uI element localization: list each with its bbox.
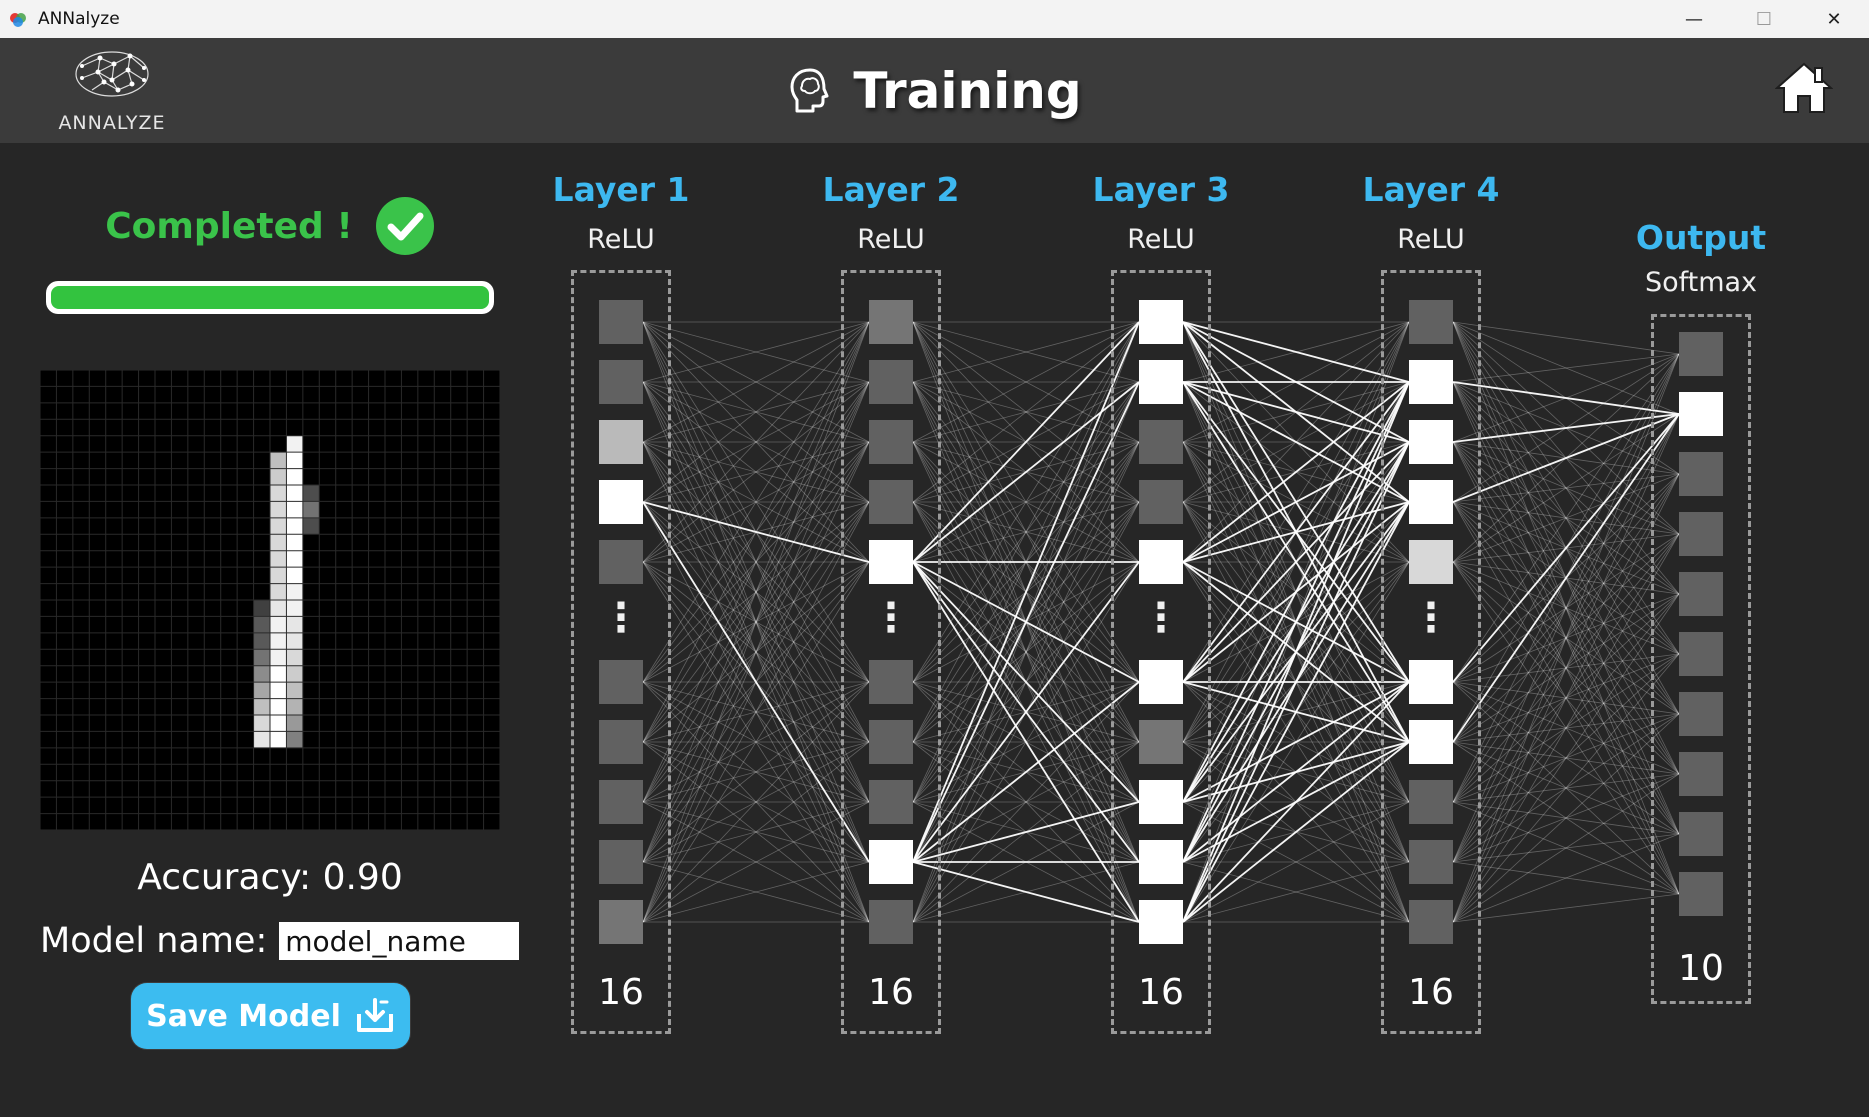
connection-line [1452, 893, 1680, 923]
output-box [1651, 314, 1751, 1004]
layer-ellipsis: ⋮ [1411, 595, 1451, 641]
close-icon: ✕ [1826, 8, 1842, 30]
app-logo-icon [8, 9, 28, 29]
connection-line [1452, 353, 1680, 803]
network-diagram: Layer 1 ReLU 16 ⋮ Layer 2 ReLU 16 ⋮ Layer 3 ReLU 1… [0, 143, 1869, 1117]
connection-line [1452, 833, 1680, 923]
connection-line [1452, 413, 1680, 923]
connection-line [1452, 773, 1680, 923]
home-icon[interactable] [1775, 60, 1833, 116]
output-title: Output [1635, 218, 1767, 257]
layer-neuron-count: 16 [868, 972, 914, 1013]
window-title: ANNalyze [38, 9, 120, 29]
layer-neuron-count: 16 [1408, 972, 1454, 1013]
window-controls: — ☐ ✕ [1659, 0, 1869, 38]
layer-activation: ReLU [587, 224, 655, 255]
page-title: Training [853, 61, 1082, 120]
output-activation: Softmax [1644, 267, 1758, 298]
layer-box [1381, 270, 1481, 1034]
window-titlebar: ANNalyze — ☐ ✕ [0, 0, 1869, 39]
connection-line [1452, 353, 1680, 743]
layer-ellipsis: ⋮ [871, 595, 911, 641]
close-button[interactable]: ✕ [1799, 0, 1869, 38]
connection-line [1452, 353, 1680, 383]
layer-title: Layer 1 [552, 170, 690, 209]
connection-line [1452, 321, 1680, 355]
output-neuron-count: 10 [1678, 948, 1724, 989]
layer-box [841, 270, 941, 1034]
minimize-button[interactable]: — [1659, 0, 1729, 38]
layer-ellipsis: ⋮ [1141, 595, 1181, 641]
maximize-icon: ☐ [1755, 8, 1773, 30]
page-title-wrap: Training [0, 38, 1869, 143]
layer-title: Layer 2 [822, 170, 960, 209]
maximize-button[interactable]: ☐ [1729, 0, 1799, 38]
layer-title: Layer 4 [1362, 170, 1500, 209]
connection-line [1452, 533, 1680, 923]
layer-activation: ReLU [1397, 224, 1465, 255]
layer-neuron-count: 16 [598, 972, 644, 1013]
minimize-icon: — [1685, 8, 1703, 30]
layer-box [1111, 270, 1211, 1034]
layer-activation: ReLU [857, 224, 925, 255]
layer-neuron-count: 16 [1138, 972, 1184, 1013]
layer-box [571, 270, 671, 1034]
layer-ellipsis: ⋮ [601, 595, 641, 641]
layer-title: Layer 3 [1092, 170, 1230, 209]
connection-line [1452, 473, 1680, 923]
app-header: ANNALYZE Training [0, 38, 1869, 143]
brain-head-icon [790, 68, 829, 112]
layer-activation: ReLU [1127, 224, 1195, 255]
